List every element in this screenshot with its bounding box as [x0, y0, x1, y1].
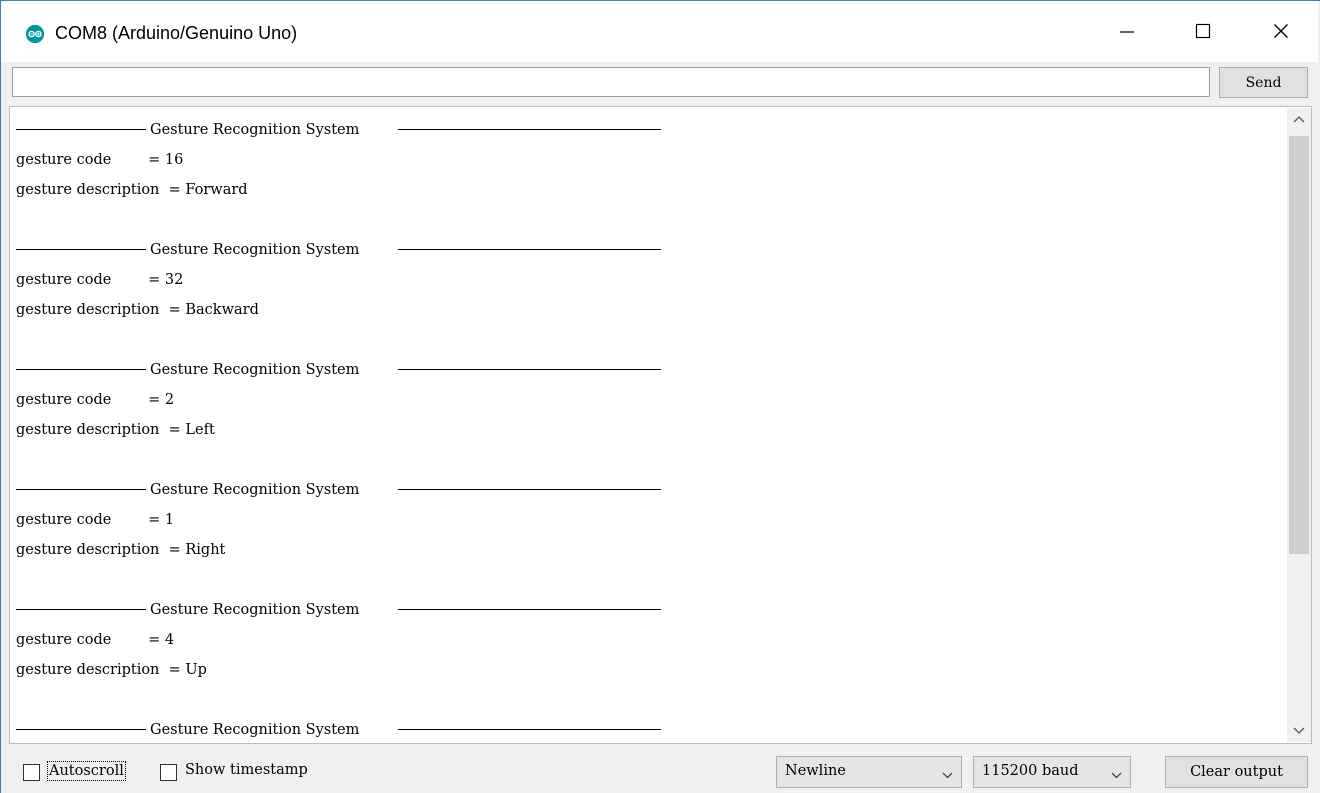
- title-bar[interactable]: COM8 (Arduino/Genuino Uno): [1, 1, 1318, 62]
- gesture-header-line: Gesture Recognition System: [16, 595, 661, 625]
- window-border-left: [0, 0, 1, 793]
- header-rule-right: [398, 489, 661, 490]
- clear-output-button[interactable]: Clear output: [1165, 756, 1308, 788]
- header-rule-left: [16, 489, 146, 490]
- line-ending-value: Newline: [785, 763, 846, 779]
- header-rule-left: [16, 129, 146, 130]
- send-button[interactable]: Send: [1219, 67, 1308, 98]
- minimize-button[interactable]: [1097, 2, 1157, 60]
- gesture-code-line: gesture code = 2: [16, 392, 175, 408]
- scroll-up-button[interactable]: [1287, 108, 1311, 130]
- header-rule-left: [16, 249, 146, 250]
- vertical-scrollbar[interactable]: [1287, 108, 1311, 742]
- header-rule-right: [398, 129, 661, 130]
- gesture-description-line: gesture description = Backward: [16, 302, 259, 318]
- serial-output-text: Gesture Recognition System gesture code =…: [12, 115, 1288, 741]
- gesture-code-line: gesture code = 16: [16, 152, 184, 168]
- line-ending-select[interactable]: Newline: [776, 756, 962, 788]
- arduino-logo-icon: [26, 25, 44, 43]
- autoscroll-label[interactable]: Autoscroll: [47, 761, 126, 781]
- gesture-description-line: gesture description = Right: [16, 542, 226, 558]
- header-rule-right: [398, 609, 661, 610]
- chevron-down-icon: [942, 767, 953, 783]
- header-text: Gesture Recognition System: [150, 122, 360, 138]
- gesture-description-line: gesture description = Up: [16, 662, 207, 678]
- header-rule-left: [16, 609, 146, 610]
- baud-rate-select[interactable]: 115200 baud: [973, 756, 1131, 788]
- header-text: Gesture Recognition System: [150, 242, 360, 258]
- show-timestamp-checkbox[interactable]: [160, 764, 177, 781]
- window-title: COM8 (Arduino/Genuino Uno): [55, 23, 298, 43]
- chevron-up-icon: [1293, 116, 1305, 123]
- minimize-icon: [1120, 31, 1134, 33]
- gesture-code-line: gesture code = 4: [16, 632, 175, 648]
- chevron-down-icon: [1293, 727, 1305, 734]
- serial-input[interactable]: [12, 67, 1210, 97]
- gesture-code-line: gesture code = 32: [16, 272, 184, 288]
- chevron-down-icon: [1111, 767, 1122, 783]
- header-text: Gesture Recognition System: [150, 482, 360, 498]
- gesture-header-line: Gesture Recognition System: [16, 235, 661, 265]
- bottom-bar: Autoscroll Show timestamp Newline 115200…: [1, 744, 1318, 793]
- header-rule-right: [398, 369, 661, 370]
- header-rule-right: [398, 249, 661, 250]
- scroll-down-button[interactable]: [1287, 720, 1311, 742]
- header-rule-left: [16, 369, 146, 370]
- gesture-code-line: gesture code = 1: [16, 512, 175, 528]
- serial-monitor-window: COM8 (Arduino/Genuino Uno) Send Gesture …: [0, 0, 1320, 793]
- scrollbar-thumb[interactable]: [1289, 136, 1309, 554]
- maximize-button[interactable]: [1173, 2, 1233, 60]
- close-icon: [1274, 24, 1288, 38]
- autoscroll-checkbox[interactable]: [23, 764, 40, 781]
- header-text: Gesture Recognition System: [150, 602, 360, 618]
- send-row: Send: [1, 62, 1318, 104]
- gesture-description-line: gesture description = Forward: [16, 182, 248, 198]
- header-text: Gesture Recognition System: [150, 722, 360, 738]
- serial-output-area[interactable]: Gesture Recognition System gesture code =…: [9, 106, 1312, 744]
- gesture-header-line: Gesture Recognition System: [16, 355, 661, 385]
- header-rule-left: [16, 729, 146, 730]
- header-rule-right: [398, 729, 661, 730]
- gesture-header-line: Gesture Recognition System: [16, 475, 661, 505]
- gesture-header-line: Gesture Recognition System: [16, 715, 661, 741]
- gesture-header-line: Gesture Recognition System: [16, 115, 661, 145]
- gesture-description-line: gesture description = Left: [16, 422, 215, 438]
- show-timestamp-label[interactable]: Show timestamp: [185, 762, 308, 778]
- header-text: Gesture Recognition System: [150, 362, 360, 378]
- close-button[interactable]: [1251, 2, 1311, 60]
- baud-rate-value: 115200 baud: [982, 763, 1079, 779]
- maximize-icon: [1195, 23, 1211, 39]
